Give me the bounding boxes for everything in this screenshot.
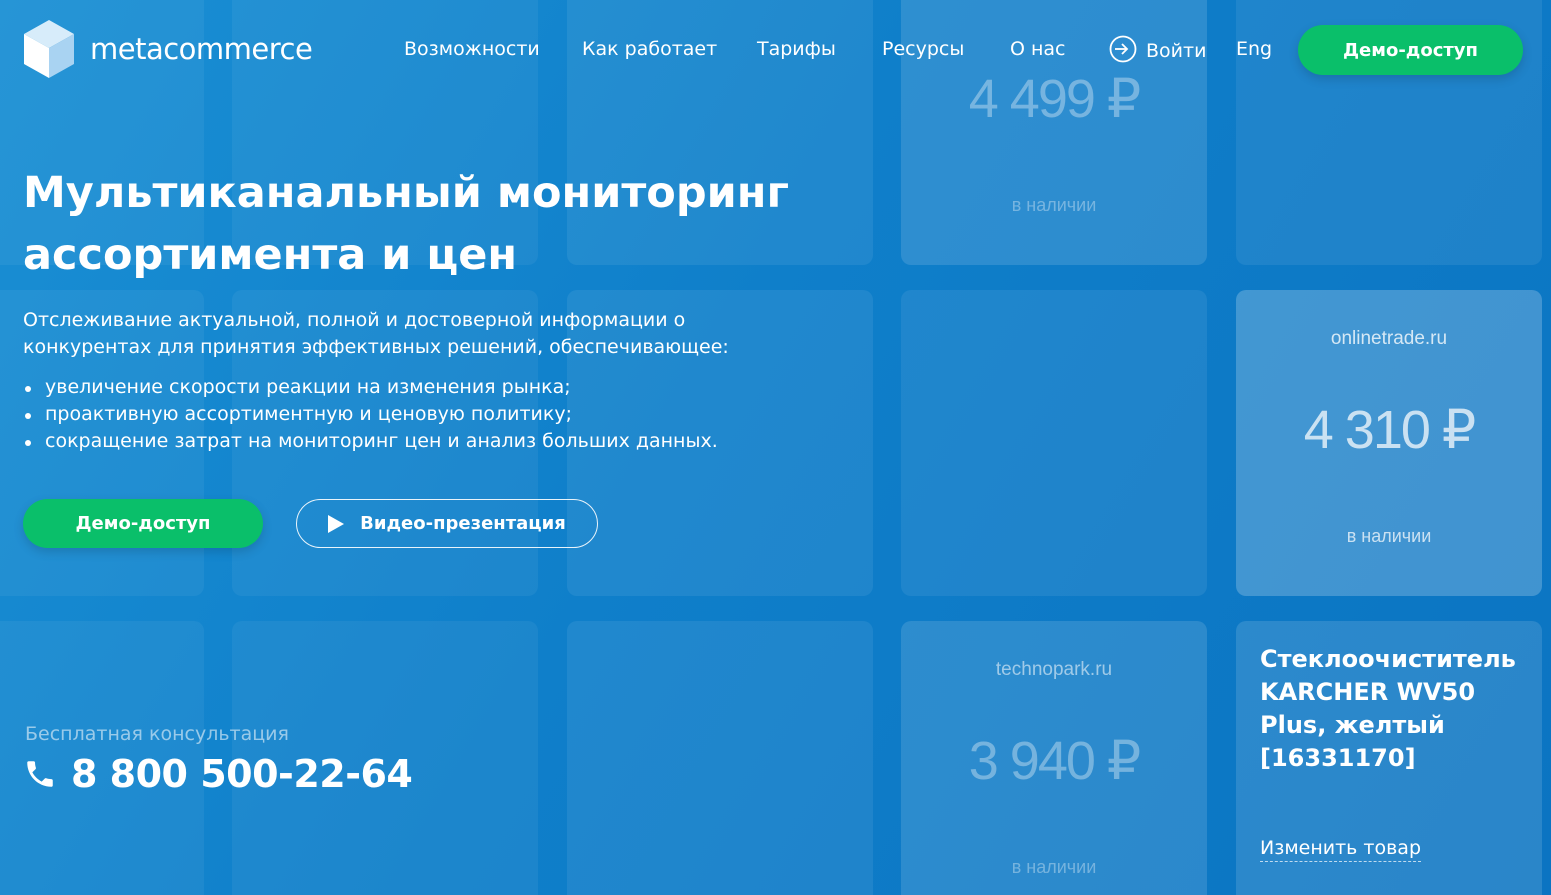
price-card-price: 4 310 ₽ — [1303, 400, 1477, 460]
price-card-store: onlinetrade.ru — [1330, 328, 1448, 349]
consultation-label: Бесплатная консультация — [25, 723, 289, 745]
benefit-item: проактивную ассортиментную и ценовую пол… — [23, 401, 718, 428]
nav-item-features[interactable]: Возможности — [404, 38, 540, 60]
benefit-item: сокращение затрат на мониторинг цен и ан… — [23, 428, 718, 455]
phone-icon — [27, 761, 53, 787]
video-presentation-button[interactable]: Видео-презентация — [296, 499, 598, 548]
hero-title-line-2: ассортимента и цен — [23, 230, 518, 280]
price-card-stock: в наличии — [1011, 857, 1097, 877]
video-presentation-label: Видео-презентация — [360, 513, 566, 534]
background-tile — [901, 290, 1207, 596]
nav-item-pricing[interactable]: Тарифы — [757, 38, 836, 60]
logo[interactable]: metacommerce — [22, 18, 313, 80]
price-card-price: 3 940 ₽ — [968, 731, 1142, 791]
cube-logo-icon — [24, 20, 74, 78]
login-label: Войти — [1146, 39, 1207, 62]
phone-number: 8 800 500-22-64 — [71, 752, 413, 796]
hero-title-line-1: Мультиканальный мониторинг — [23, 168, 789, 218]
price-card-stock: в наличии — [1011, 195, 1097, 215]
price-card-store: technopark.ru — [995, 659, 1113, 680]
background-tile — [567, 621, 873, 895]
header-demo-button[interactable]: Демо-доступ — [1298, 25, 1523, 75]
nav-item-about[interactable]: О нас — [1010, 38, 1066, 60]
hero-description-line-2: конкурентах для принятия эффективных реш… — [23, 336, 729, 358]
price-card-stock: в наличии — [1346, 526, 1432, 546]
play-icon — [328, 514, 345, 533]
product-card: Стеклоочиститель KARCHER WV50 Plus, желт… — [1236, 621, 1542, 895]
logo-text: metacommerce — [90, 32, 313, 66]
price-card-onlinetrade: onlinetrade.ru 4 310 ₽ в наличии — [1236, 290, 1542, 596]
demo-button[interactable]: Демо-доступ — [23, 499, 263, 548]
hero-description: Отслеживание актуальной, полной и достов… — [23, 307, 743, 361]
hero-title: Мультиканальный мониторинг ассортимента … — [23, 162, 823, 286]
benefit-item: увеличение скорости реакции на изменения… — [23, 374, 718, 401]
phone-link[interactable]: 8 800 500-22-64 — [23, 752, 413, 796]
change-product-link[interactable]: Изменить товар — [1260, 837, 1422, 862]
product-title: Стеклоочиститель KARCHER WV50 Plus, желт… — [1260, 645, 1516, 772]
login-link[interactable]: Войти — [1108, 35, 1207, 64]
language-switch[interactable]: Eng — [1236, 38, 1272, 60]
site-header: metacommerce Возможности Как работает Та… — [0, 0, 1551, 100]
price-card-technopark: technopark.ru 3 940 ₽ в наличии — [901, 621, 1207, 895]
nav-item-resources[interactable]: Ресурсы — [882, 38, 964, 60]
login-icon — [1109, 35, 1137, 63]
hero-description-line-1: Отслеживание актуальной, полной и достов… — [23, 309, 686, 331]
nav-item-how-it-works[interactable]: Как работает — [582, 38, 717, 60]
benefits-list: увеличение скорости реакции на изменения… — [23, 374, 718, 455]
